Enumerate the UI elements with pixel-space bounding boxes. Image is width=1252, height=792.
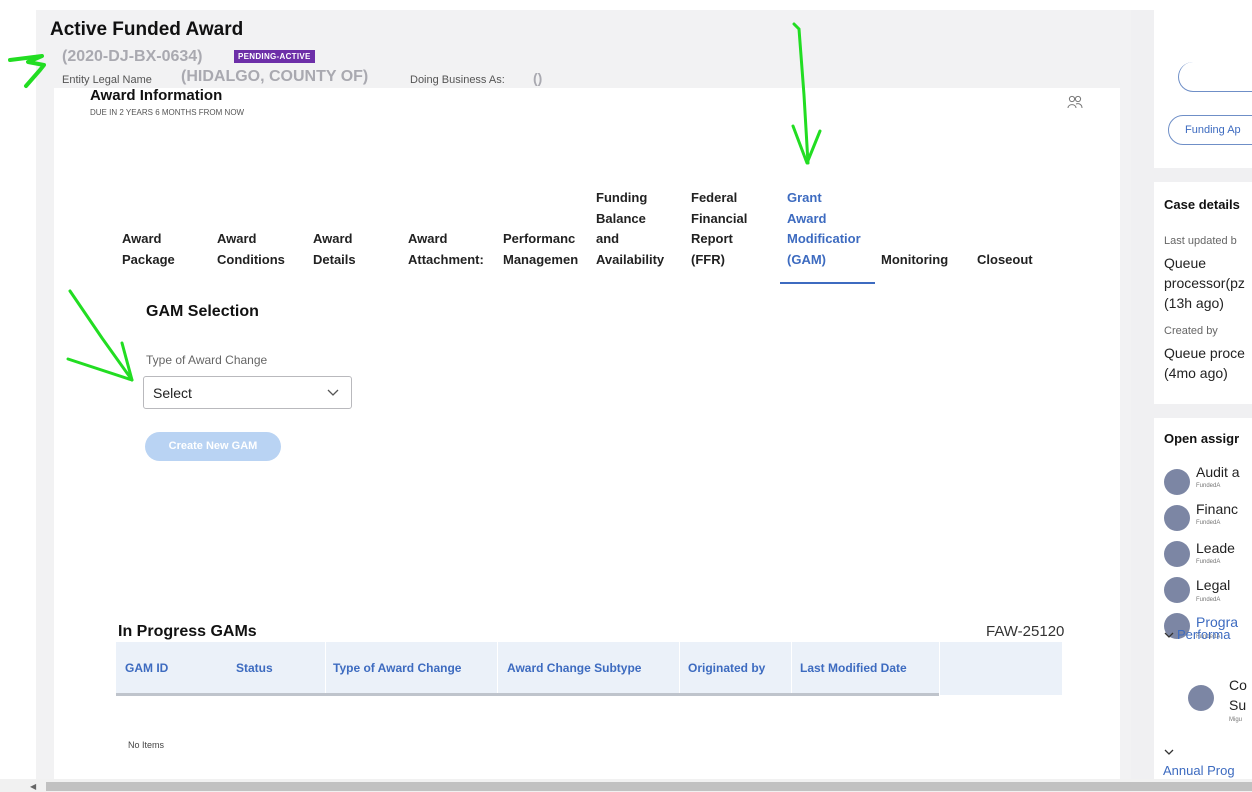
open-assignments-heading: Open assigr	[1164, 431, 1240, 446]
performance-group-link[interactable]: Performa	[1177, 627, 1230, 642]
updated-line: Queue	[1164, 255, 1207, 271]
column-header-status[interactable]: Status	[236, 661, 273, 675]
assignment-title[interactable]: Audit a	[1196, 464, 1240, 480]
chevron-down-icon[interactable]	[1164, 631, 1174, 639]
case-details-heading: Case details	[1164, 197, 1240, 212]
award-change-type-label: Type of Award Change	[146, 353, 268, 367]
last-updated-label: Last updated b	[1164, 235, 1237, 247]
created-by-label: Created by	[1164, 325, 1218, 337]
column-header-subtype[interactable]: Award Change Subtype	[507, 661, 641, 675]
due-text: DUE IN 2 YEARS 6 MONTHS FROM NOW	[90, 108, 245, 117]
assignment-title[interactable]: Leade	[1196, 540, 1235, 556]
assignment-subtitle: FundedA	[1196, 597, 1221, 603]
clock-icon	[1164, 505, 1190, 531]
empty-table-message: No Items	[128, 740, 165, 750]
funding-button[interactable]: Funding Ap	[1168, 115, 1252, 145]
clock-icon	[1164, 469, 1190, 495]
award-id: (2020-DJ-BX-0634)	[62, 48, 203, 65]
created-line: (4mo ago)	[1164, 365, 1228, 381]
column-divider	[791, 642, 792, 695]
entity-value: (HIDALGO, COUNTY OF)	[181, 68, 369, 85]
active-tab-indicator	[780, 282, 875, 284]
scroll-left-arrow[interactable]: ◀	[30, 782, 36, 791]
assignment-subtitle: FundedA	[1196, 559, 1221, 565]
chevron-down-icon[interactable]	[1164, 748, 1174, 756]
created-line: Queue proce	[1164, 345, 1245, 361]
horizontal-scrollbar[interactable]: ◀	[0, 779, 1252, 792]
award-change-type-select[interactable]: Select	[143, 376, 352, 409]
clock-icon	[1164, 577, 1190, 603]
select-value: Select	[153, 385, 192, 401]
nested-assignment-subtitle: Migu	[1229, 717, 1243, 723]
column-divider	[679, 642, 680, 695]
nested-assignment-title[interactable]: Su	[1229, 697, 1246, 713]
tab-award-details[interactable]: Award Details	[313, 229, 356, 270]
nested-assignment-title[interactable]: Co	[1229, 677, 1247, 693]
assignment-title[interactable]: Legal	[1196, 577, 1230, 593]
chevron-down-icon	[327, 389, 339, 396]
column-header-originated-by[interactable]: Originated by	[688, 661, 765, 675]
dba-label: Doing Business As:	[410, 74, 505, 86]
action-button-partial[interactable]	[1178, 62, 1252, 92]
tab-ffr[interactable]: Federal Financial Report (FFR)	[691, 188, 747, 270]
tab-award-conditions[interactable]: Award Conditions	[217, 229, 285, 270]
assignment-title[interactable]: Financ	[1196, 501, 1238, 517]
people-icon[interactable]	[1067, 95, 1083, 109]
page-title: Active Funded Award	[50, 19, 244, 40]
column-header-last-modified[interactable]: Last Modified Date	[800, 661, 907, 675]
assignment-subtitle: FundedA	[1196, 520, 1221, 526]
updated-line: (13h ago)	[1164, 295, 1224, 311]
column-divider	[939, 642, 940, 695]
annual-progress-link[interactable]: Annual Prog	[1163, 763, 1235, 778]
tab-closeout[interactable]: Closeout	[977, 250, 1033, 271]
clock-icon	[1164, 541, 1190, 567]
updated-line: processor(pz	[1164, 275, 1245, 291]
create-new-gam-button[interactable]: Create New GAM	[145, 432, 281, 461]
column-header-type[interactable]: Type of Award Change	[333, 661, 461, 675]
case-code: FAW-25120	[986, 623, 1065, 640]
gam-selection-title: GAM Selection	[146, 303, 259, 320]
tab-award-package[interactable]: Award Package	[122, 229, 175, 270]
tab-award-attachments[interactable]: Award Attachment:	[408, 229, 498, 270]
tab-gam[interactable]: Grant Award Modificatior (GAM)	[787, 188, 877, 270]
clock-icon	[1188, 685, 1214, 711]
section-title: Award Information	[90, 87, 223, 104]
table-divider	[116, 693, 939, 696]
tab-performance-management[interactable]: Performanc Managemen	[503, 229, 593, 270]
assignment-subtitle: FundedA	[1196, 483, 1221, 489]
scrollbar-thumb[interactable]	[46, 782, 1252, 791]
column-divider	[497, 642, 498, 695]
status-badge: PENDING-ACTIVE	[234, 50, 315, 63]
entity-label: Entity Legal Name	[62, 74, 152, 86]
tab-funding-balance[interactable]: Funding Balance and Availability	[596, 188, 664, 270]
in-progress-title: In Progress GAMs	[118, 623, 257, 640]
column-divider	[325, 642, 326, 695]
dba-value: ()	[533, 70, 543, 86]
column-header-gam-id[interactable]: GAM ID	[125, 661, 168, 675]
tab-monitoring[interactable]: Monitoring	[881, 250, 948, 271]
